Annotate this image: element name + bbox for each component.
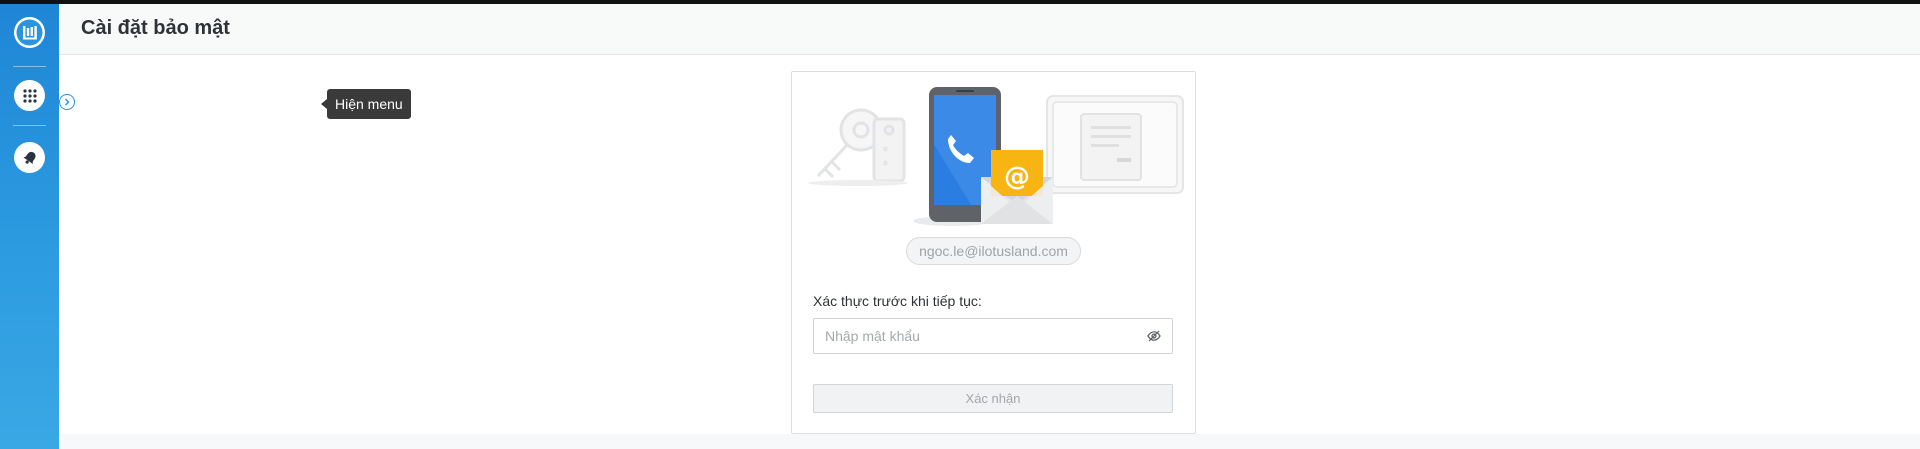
notifications-button[interactable] (14, 142, 45, 173)
rail-divider (13, 66, 46, 67)
security-verify-card: * * @ ngoc.le@ilotusland.com Xác thực tr… (791, 71, 1196, 434)
password-field (813, 318, 1173, 354)
expand-menu-tooltip: Hiện menu (321, 89, 411, 119)
verify-prompt-label: Xác thực trước khi tiếp tục: (813, 293, 982, 309)
expand-menu-toggle[interactable] (59, 94, 75, 110)
app-logo-icon (16, 19, 43, 46)
browser-window-graphic (1046, 95, 1184, 194)
password-input[interactable] (825, 319, 1125, 353)
keys-graphic: * * (808, 108, 908, 186)
page-header: Cài đặt bảo mật (59, 4, 1920, 55)
left-rail (0, 4, 59, 449)
chevron-right-icon (65, 98, 70, 106)
account-email-badge: ngoc.le@ilotusland.com (906, 237, 1081, 265)
apps-grid-icon (22, 88, 37, 103)
svg-text:@: @ (1004, 162, 1030, 192)
svg-text:*: * (882, 159, 889, 174)
show-password-toggle[interactable] (1146, 328, 1162, 344)
page-title: Cài đặt bảo mật (81, 17, 230, 39)
apps-menu-button[interactable] (14, 80, 45, 111)
confirm-button[interactable]: Xác nhận (813, 384, 1173, 413)
app-logo-button[interactable] (14, 17, 45, 48)
eye-off-icon (1147, 330, 1161, 342)
svg-text:*: * (882, 145, 889, 160)
rail-divider (13, 125, 46, 126)
security-illustration: * * @ (808, 87, 1184, 226)
envelope-graphic: @ (981, 150, 1053, 224)
notification-bell-icon (22, 151, 36, 164)
footer-strip (59, 434, 1920, 449)
